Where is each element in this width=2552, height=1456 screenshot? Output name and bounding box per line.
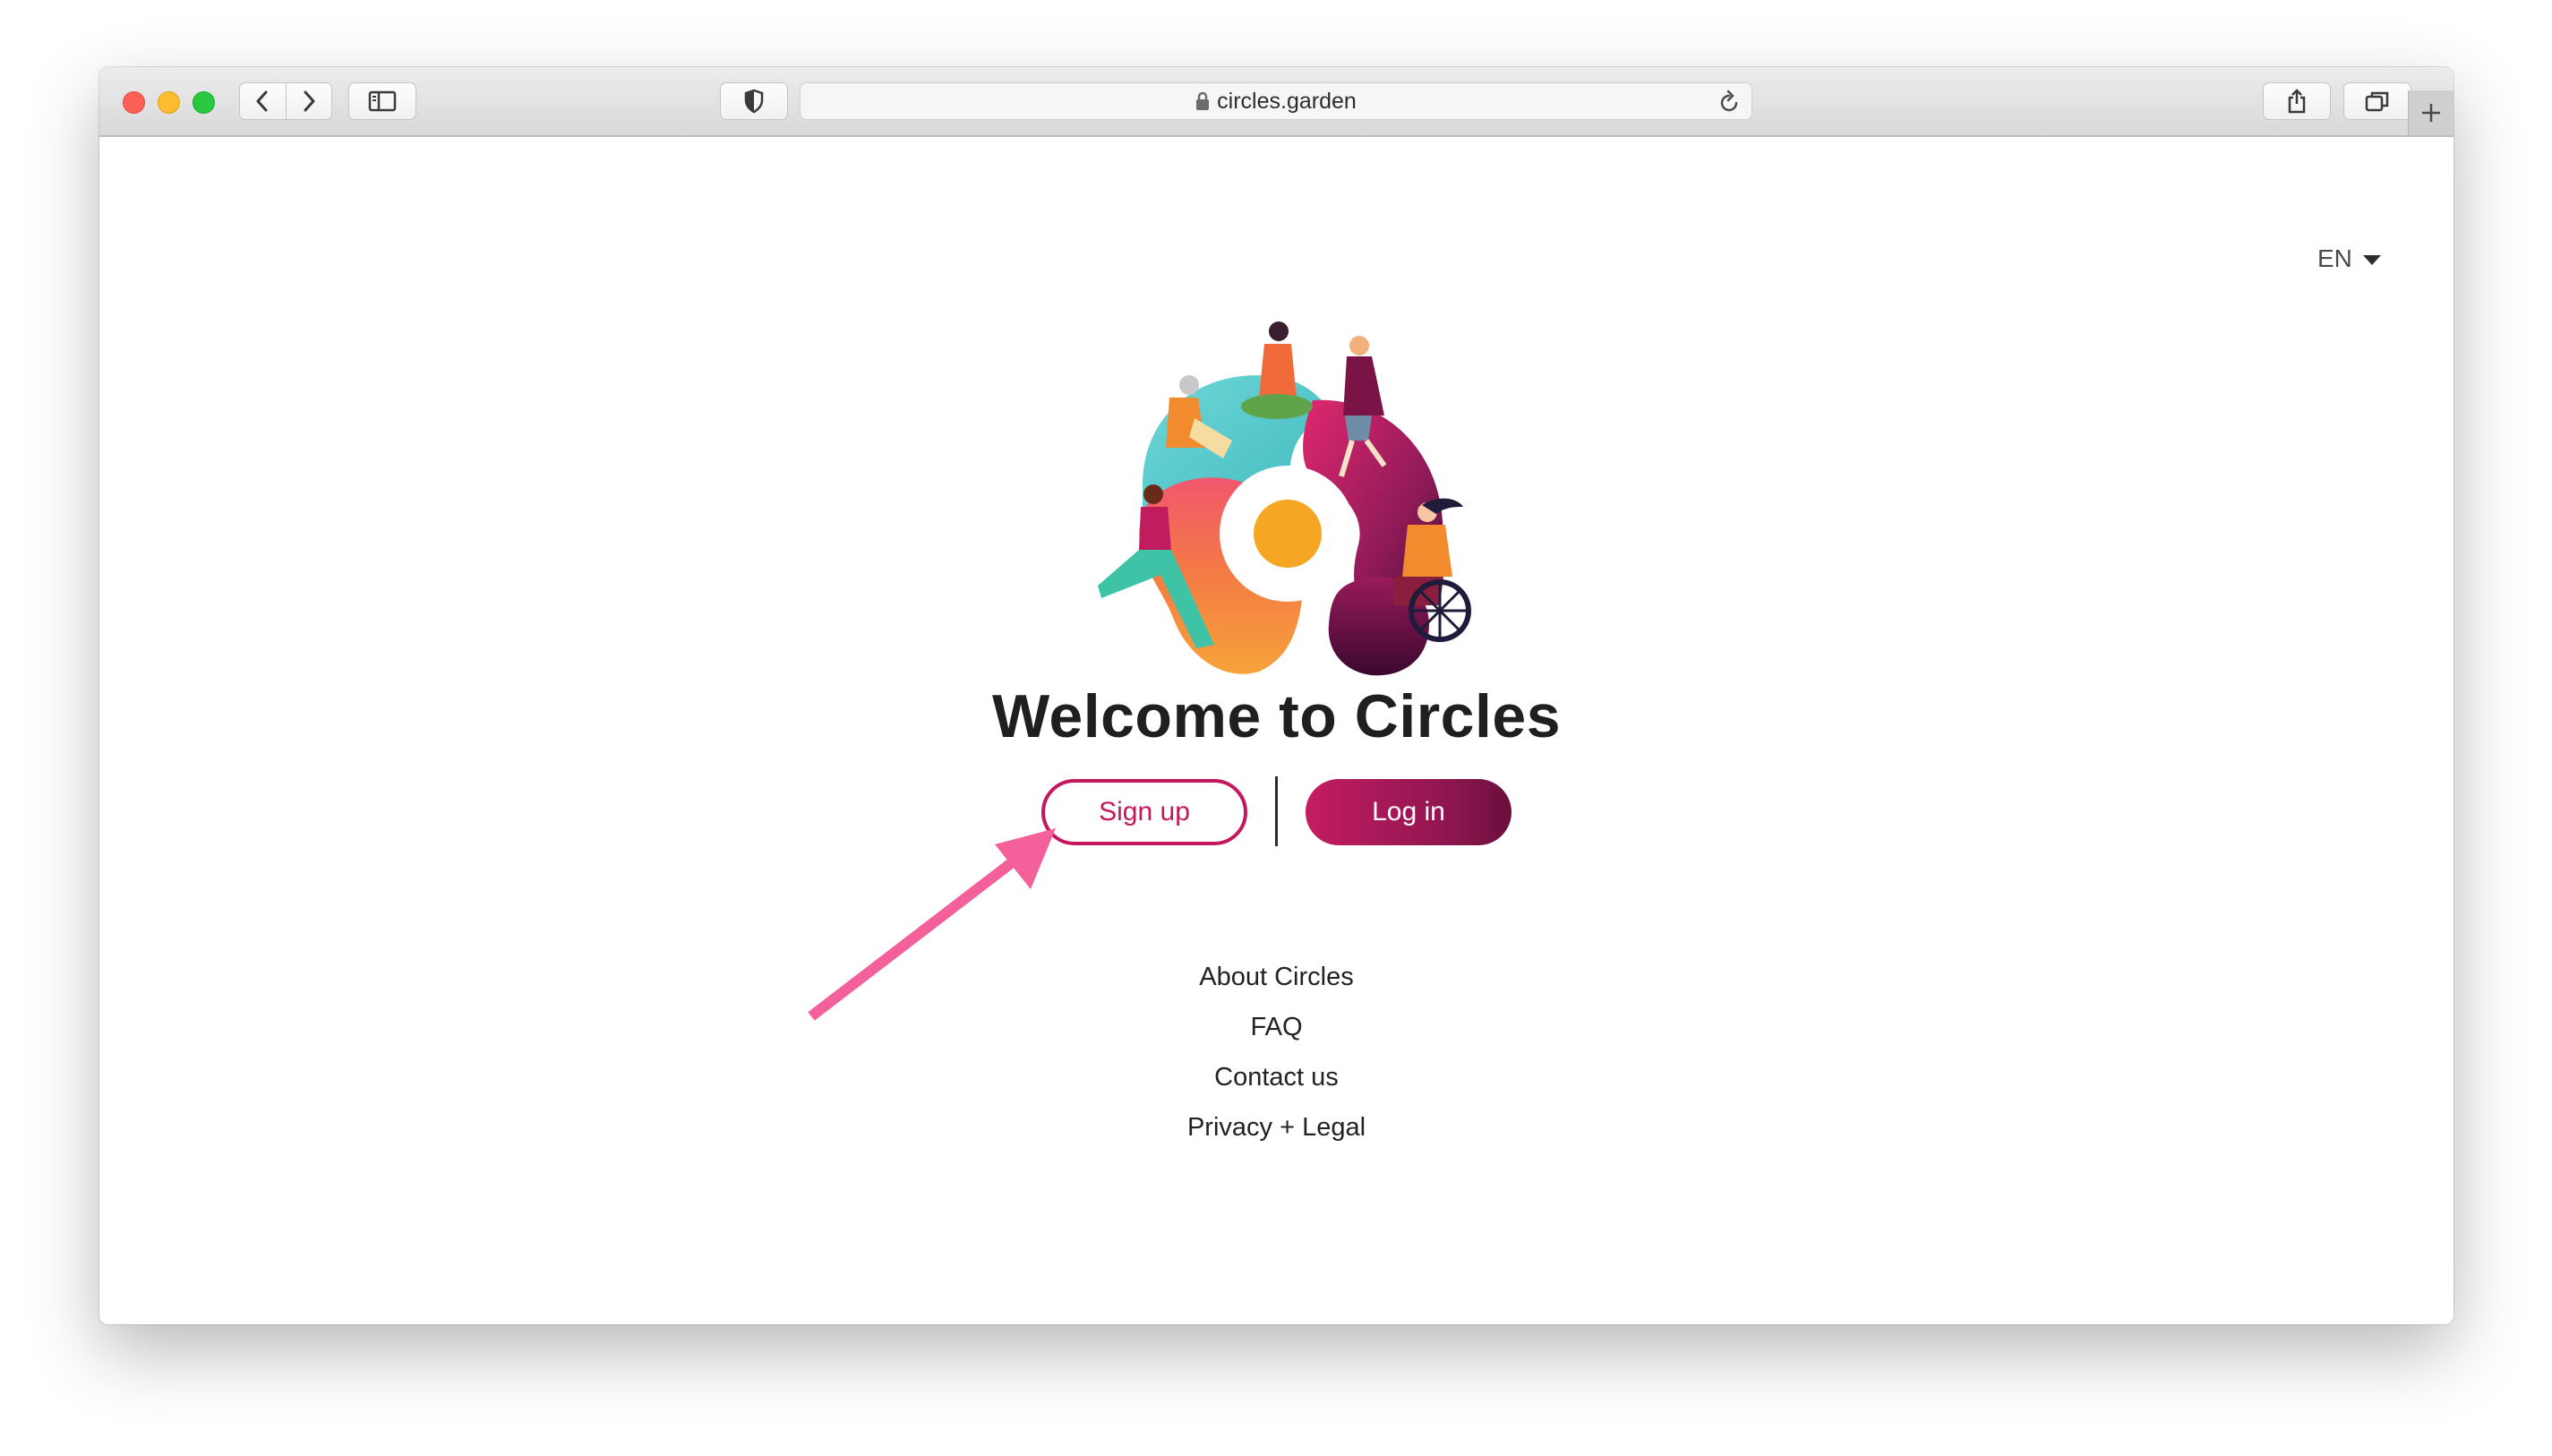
zoom-window-button[interactable] xyxy=(193,91,215,114)
chevron-left-icon xyxy=(256,90,268,112)
browser-window: circles.garden EN Welcome to Circles Sig… xyxy=(99,67,2454,1324)
privacy-legal-link[interactable]: Privacy + Legal xyxy=(99,1102,2454,1152)
tab-overview-icon xyxy=(2365,91,2389,112)
page-content: EN Welcome to Circles Sign up Log in Abo… xyxy=(99,137,2454,1324)
shield-icon xyxy=(744,89,764,114)
caret-down-icon xyxy=(2362,255,2381,265)
url-text: circles.garden xyxy=(1217,88,1357,114)
privacy-report-button[interactable] xyxy=(720,82,788,120)
person-top-center xyxy=(1241,321,1313,419)
contact-us-link[interactable]: Contact us xyxy=(99,1052,2454,1102)
screenshot-stage: circles.garden EN Welcome to Circles Sig… xyxy=(0,0,2552,1456)
sign-up-button[interactable]: Sign up xyxy=(1041,779,1247,845)
language-selector[interactable]: EN xyxy=(2317,244,2381,273)
sidebar-icon xyxy=(368,90,397,112)
address-bar[interactable]: circles.garden xyxy=(800,82,1752,120)
faq-link[interactable]: FAQ xyxy=(99,1002,2454,1052)
about-circles-link[interactable]: About Circles xyxy=(99,952,2454,1002)
lock-icon xyxy=(1196,91,1210,110)
share-button[interactable] xyxy=(2263,82,2331,120)
back-button[interactable] xyxy=(240,83,286,119)
footer-links: About Circles FAQ Contact us Privacy + L… xyxy=(99,952,2454,1152)
language-label: EN xyxy=(2317,244,2352,272)
new-tab-button[interactable] xyxy=(2408,90,2454,135)
close-window-button[interactable] xyxy=(123,91,145,114)
sidebar-button[interactable] xyxy=(348,82,416,120)
reload-button[interactable] xyxy=(1717,90,1741,119)
reload-icon xyxy=(1720,90,1738,112)
chevron-right-icon xyxy=(304,90,315,112)
browser-toolbar: circles.garden xyxy=(99,67,2454,137)
navigation-buttons xyxy=(239,82,332,120)
circles-hero-illustration xyxy=(1098,321,1471,676)
forward-button[interactable] xyxy=(285,83,332,119)
share-icon xyxy=(2288,89,2306,114)
page-title: Welcome to Circles xyxy=(991,682,1562,750)
log-in-button[interactable]: Log in xyxy=(1306,779,1512,845)
tab-overview-button[interactable] xyxy=(2343,82,2411,120)
plus-icon xyxy=(2422,104,2440,122)
minimize-window-button[interactable] xyxy=(158,91,180,114)
button-divider xyxy=(1275,776,1278,846)
